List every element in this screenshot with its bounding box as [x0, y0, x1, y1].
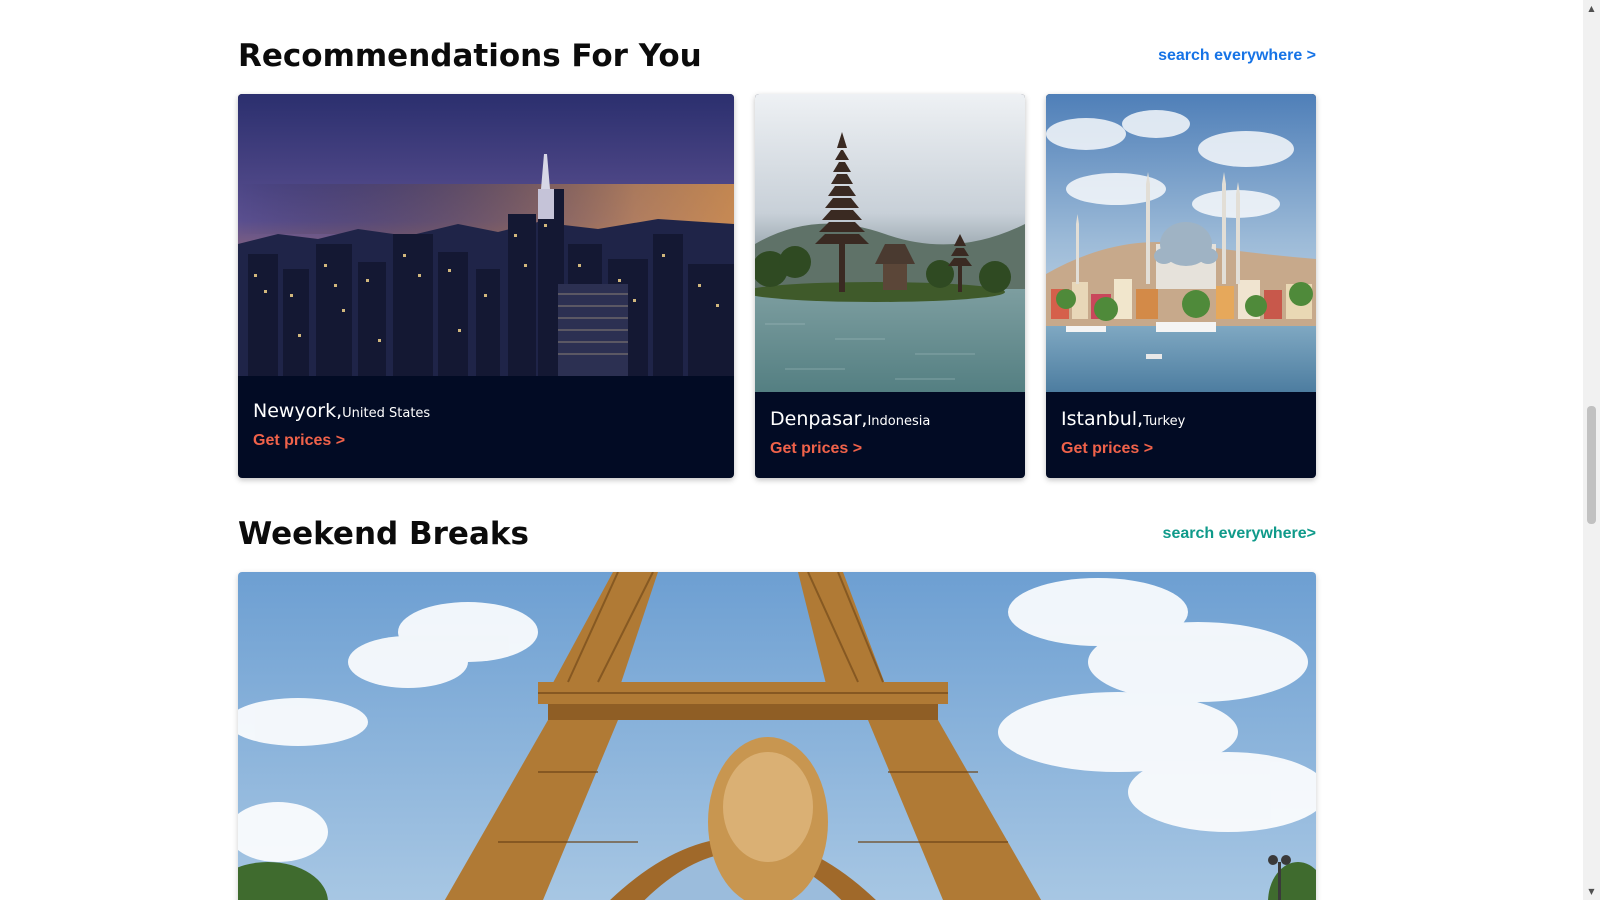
recommendations-header: Recommendations For You search everywher… — [238, 34, 1316, 78]
country-name: Turkey — [1143, 414, 1186, 429]
search-everywhere-link[interactable]: search everywhere > — [1158, 47, 1316, 65]
weekend-breaks-hero-image[interactable] — [238, 572, 1316, 900]
get-prices-link-denpasar[interactable]: Get prices > — [770, 440, 862, 458]
scrollbar-thumb[interactable] — [1587, 406, 1596, 524]
newyork-location: Newyork,United States — [253, 400, 719, 422]
scroll-up-arrow-icon[interactable]: ▲ — [1583, 0, 1600, 17]
weekend-breaks-header: Weekend Breaks search everywhere> — [238, 512, 1316, 556]
city-name: Newyork, — [253, 400, 343, 422]
newyork-photo — [238, 94, 734, 376]
destination-card-newyork[interactable]: Newyork,United States Get prices > — [238, 94, 734, 478]
search-everywhere-link-weekend[interactable]: search everywhere> — [1163, 525, 1316, 543]
destination-card-denpasar[interactable]: Denpasar,Indonesia Get prices > — [755, 94, 1025, 478]
denpasar-location: Denpasar,Indonesia — [770, 408, 1010, 430]
weekend-breaks-title: Weekend Breaks — [238, 516, 529, 552]
denpasar-caption: Denpasar,Indonesia Get prices > — [770, 408, 1010, 458]
vertical-scrollbar[interactable]: ▲ ▼ — [1583, 0, 1600, 900]
denpasar-photo — [755, 94, 1025, 392]
istanbul-caption: Istanbul,Turkey Get prices > — [1061, 408, 1301, 458]
page: Recommendations For You search everywher… — [0, 0, 1600, 900]
country-name: Indonesia — [867, 414, 931, 429]
destination-card-istanbul[interactable]: Istanbul,Turkey Get prices > — [1046, 94, 1316, 478]
city-name: Denpasar, — [770, 408, 868, 430]
get-prices-link-istanbul[interactable]: Get prices > — [1061, 440, 1153, 458]
istanbul-photo — [1046, 94, 1316, 392]
newyork-caption: Newyork,United States Get prices > — [253, 400, 719, 450]
scroll-down-arrow-icon[interactable]: ▼ — [1583, 883, 1600, 900]
istanbul-location: Istanbul,Turkey — [1061, 408, 1301, 430]
country-name: United States — [342, 406, 431, 421]
city-name: Istanbul, — [1061, 408, 1144, 430]
recommendations-title: Recommendations For You — [238, 38, 702, 74]
get-prices-link-newyork[interactable]: Get prices > — [253, 432, 345, 450]
